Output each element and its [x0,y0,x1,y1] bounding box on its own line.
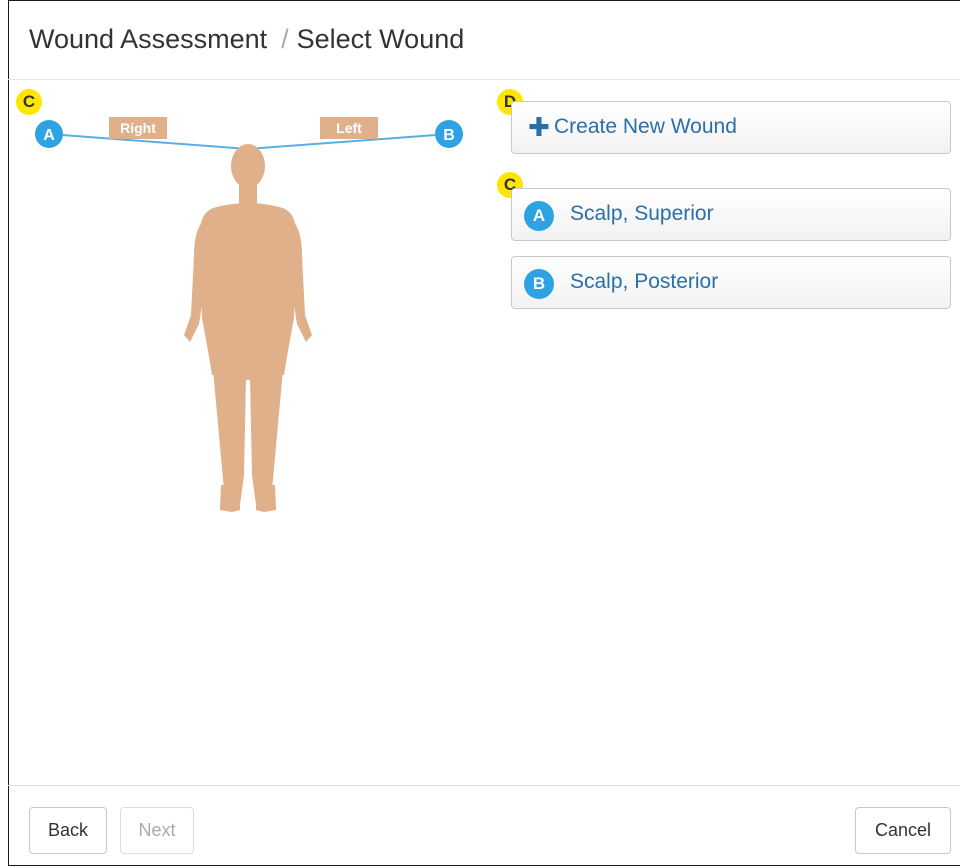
breadcrumb-root[interactable]: Wound Assessment [29,24,267,54]
breadcrumb-separator: / [281,24,289,54]
back-button[interactable]: Back [29,807,107,854]
body-map-svg: Right Left A B [35,117,463,512]
human-body-silhouette [184,144,312,512]
wound-badge: A [524,201,554,231]
create-new-wound-label: Create New Wound [554,115,737,138]
wound-item-a[interactable]: A Scalp, Superior [511,188,951,241]
dialog-header: Wound Assessment / Select Wound [8,0,960,80]
wound-pin-a-label: A [43,127,55,144]
breadcrumb: Wound Assessment / Select Wound [29,24,464,55]
next-button[interactable]: Next [120,807,194,854]
side-left-label: Left [336,120,362,136]
body-map[interactable]: Right Left A B [8,80,488,785]
cancel-button[interactable]: Cancel [855,807,951,854]
breadcrumb-current: Select Wound [296,24,465,54]
wound-item-b[interactable]: B Scalp, Posterior [511,256,951,309]
wound-pin-b-label: B [443,127,455,144]
annotation-marker-c-body: C [16,89,42,115]
wound-label: Scalp, Superior [570,202,714,225]
wound-label: Scalp, Posterior [570,270,719,293]
side-right-label: Right [120,120,156,136]
create-new-wound-button[interactable]: ✚ Create New Wound [511,101,951,154]
wound-badge: B [524,269,554,299]
plus-icon: ✚ [528,112,550,142]
